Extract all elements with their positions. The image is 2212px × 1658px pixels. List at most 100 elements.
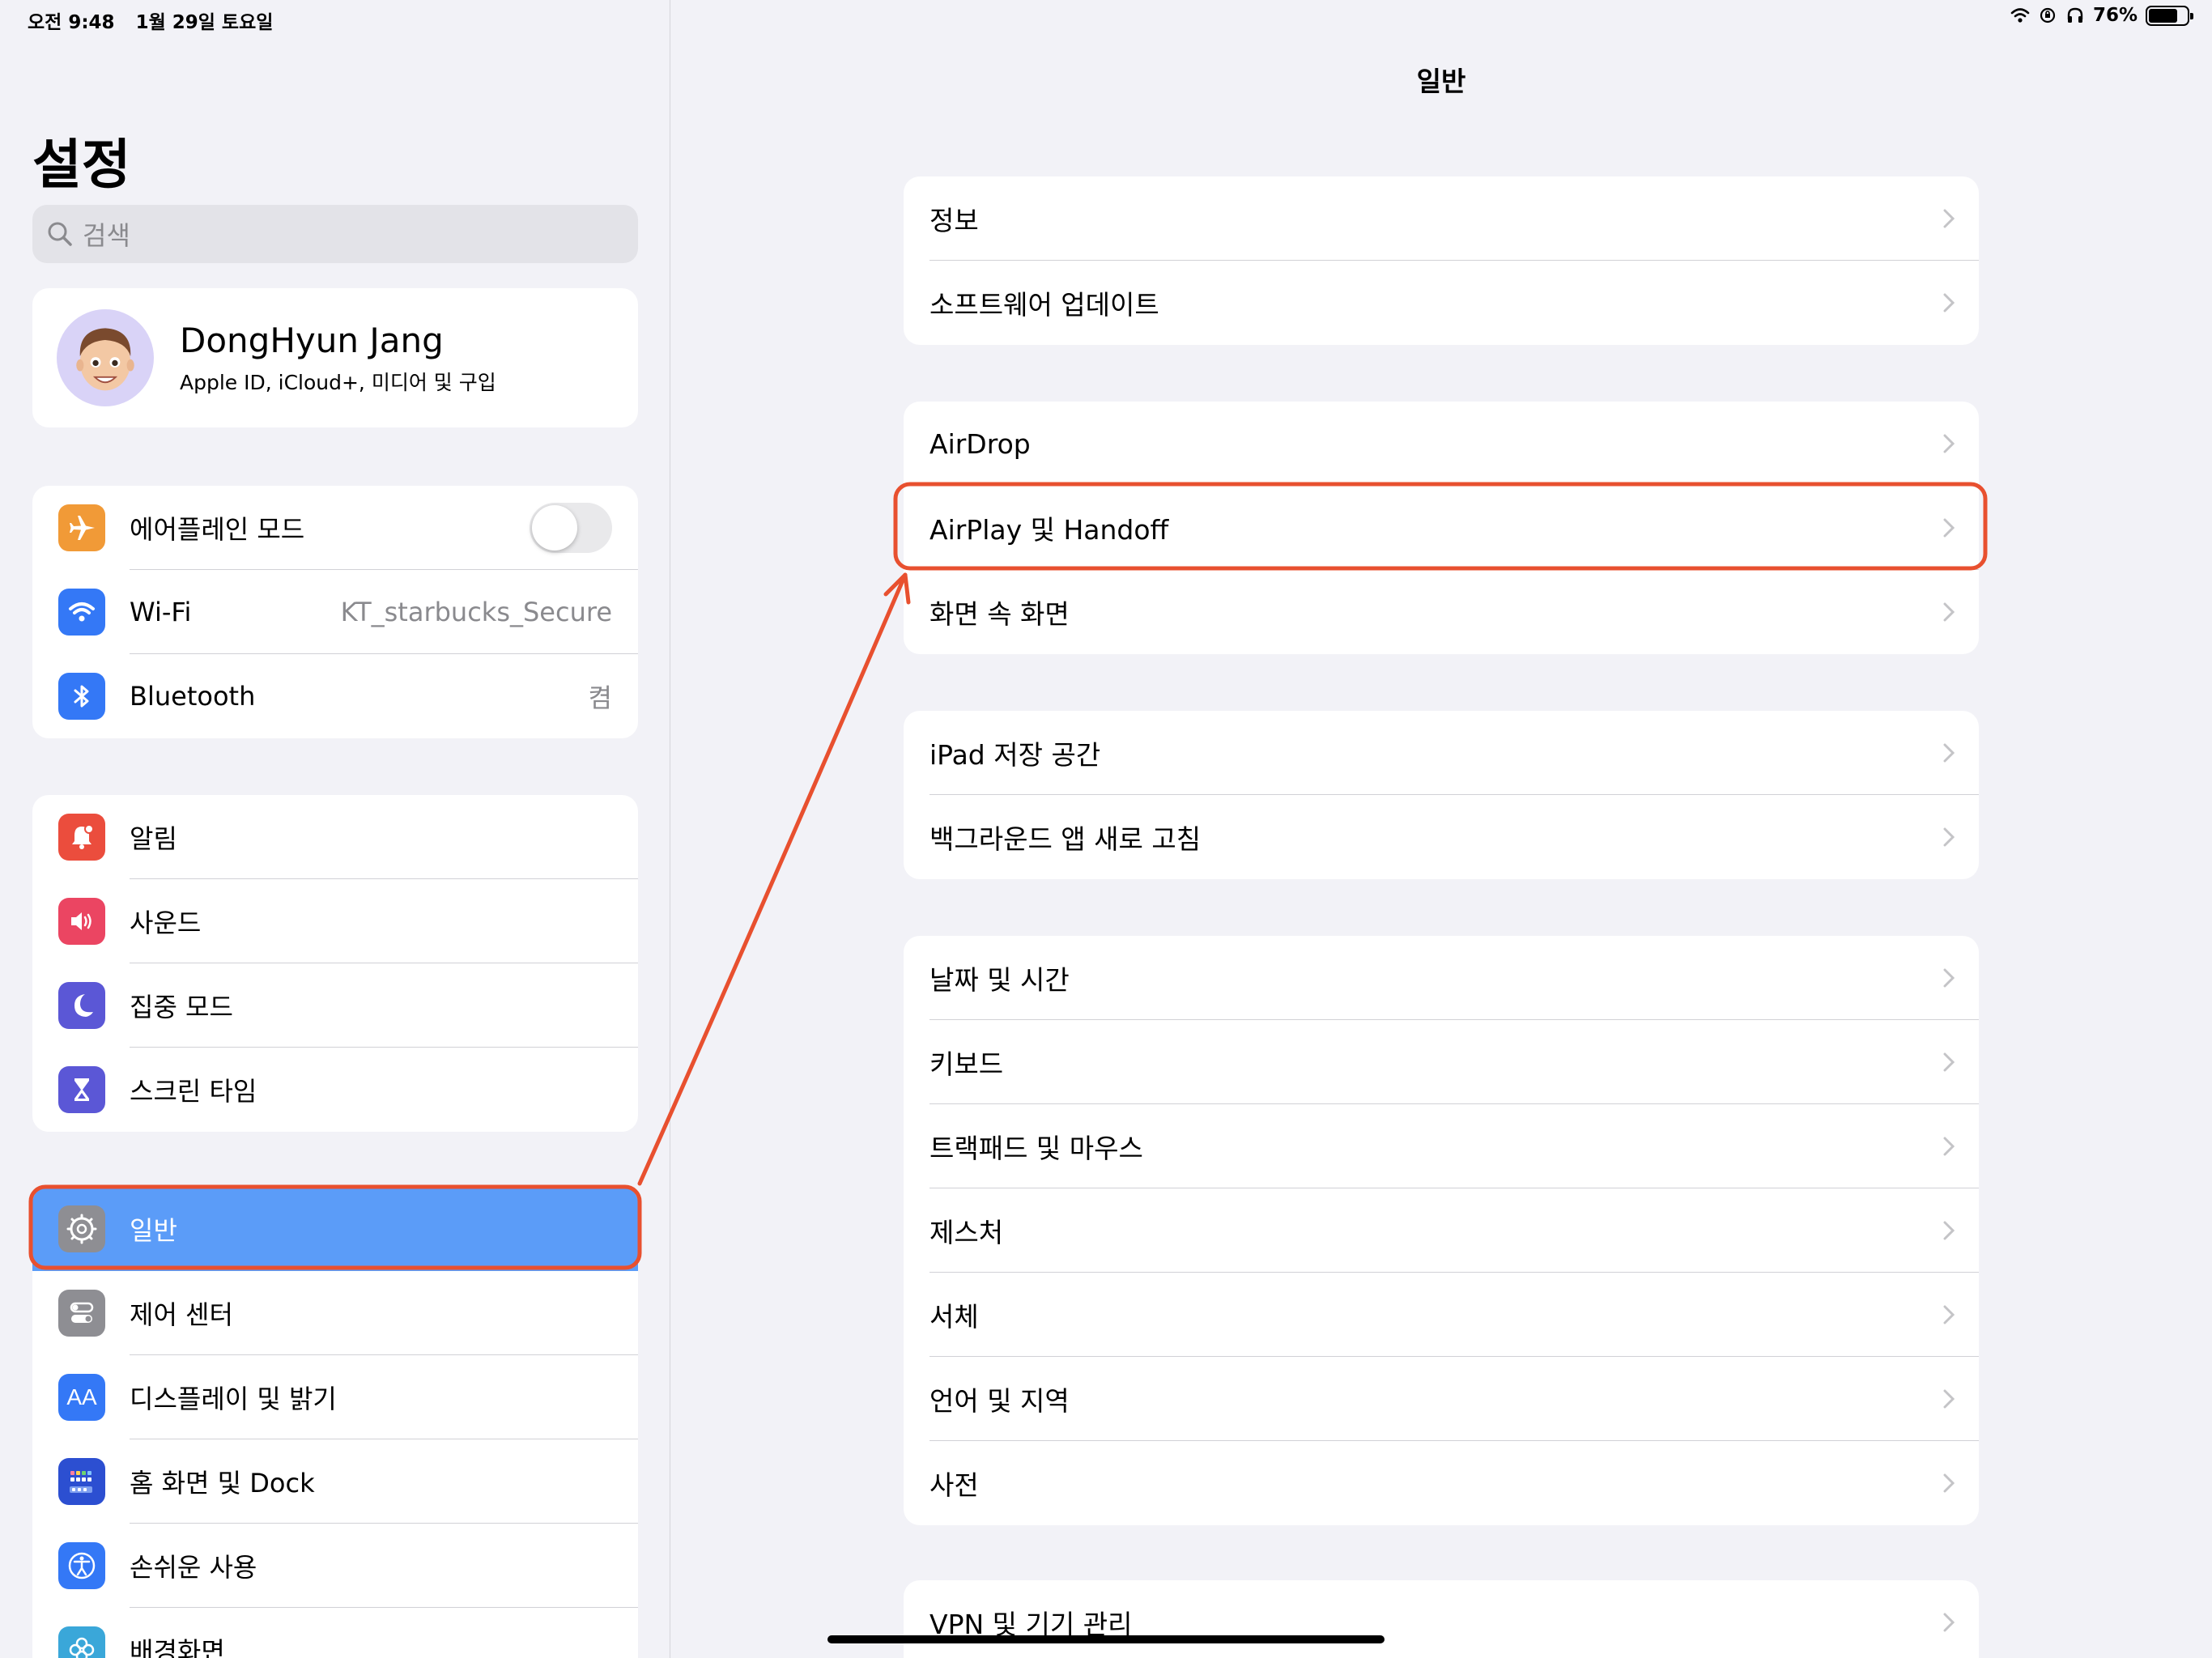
sidebar-item-focus[interactable]: 집중 모드 [32,963,638,1048]
search-field[interactable]: 검색 [32,205,638,263]
row-trackpad-mouse[interactable]: 트랙패드 및 마우스 [904,1104,1979,1188]
text-size-icon-label: AA [66,1384,97,1409]
row-background-app-refresh[interactable]: 백그라운드 앱 새로 고침 [904,795,1979,879]
sidebar-title: 설정 [32,134,131,196]
sidebar-item-label: 손쉬운 사용 [130,1552,257,1583]
sidebar-item-notifications[interactable]: 알림 [32,795,638,879]
sidebar-item-label: 홈 화면 및 Dock [130,1468,315,1499]
chevron-right-icon [1943,434,1955,453]
row-airdrop[interactable]: AirDrop [904,402,1979,486]
status-time: 오전 9:48 [28,12,115,33]
status-bar-time: 오전 9:48 1월 29일 토요일 [28,6,287,34]
chevron-right-icon [1943,1221,1955,1240]
home-indicator [827,1635,1385,1643]
chevron-right-icon [1943,293,1955,312]
profile-name: DongHyun Jang [180,320,444,360]
notifications-group: 알림 사운드 집중 모드 스크린 타임 [32,795,638,1132]
system-group: 일반 제어 센터 AA 디스플레이 및 밝기 홈 화면 및 Dock 손쉬운 사… [32,1187,638,1658]
row-label: 트랙패드 및 마우스 [929,1133,1143,1164]
status-bar-indicators: 76% [2010,5,2193,26]
status-date: 1월 29일 토요일 [135,12,274,33]
row-ipad-storage[interactable]: iPad 저장 공간 [904,711,1979,795]
chevron-right-icon [1943,743,1955,763]
sidebar-item-label: 집중 모드 [130,992,233,1022]
profile-subtitle: Apple ID, iCloud+, 미디어 및 구입 [180,370,496,394]
row-label: 서체 [929,1301,979,1333]
row-keyboard[interactable]: 키보드 [904,1020,1979,1104]
sidebar-item-screen-time[interactable]: 스크린 타임 [32,1048,638,1132]
bluetooth-status-value: 켬 [588,682,612,713]
settings-screen: 설정 검색 DongHyun Jang Apple ID, iCloud+, 미… [0,0,2212,1658]
wifi-icon [58,589,105,636]
row-vpn-device-management[interactable]: VPN 및 기기 관리 [904,1580,1979,1658]
row-fonts[interactable]: 서체 [904,1273,1979,1357]
chevron-right-icon [1943,1613,1955,1632]
sidebar-item-wallpaper[interactable]: 배경화면 [32,1608,638,1658]
vpn-group: VPN 및 기기 관리 [904,1580,1979,1658]
chevron-right-icon [1943,1305,1955,1324]
sidebar-item-home-screen[interactable]: 홈 화면 및 Dock [32,1439,638,1524]
sidebar-item-wifi[interactable]: Wi-Fi KT_starbucks_Secure [32,570,638,654]
orientation-lock-icon [2040,7,2056,23]
grid-icon [58,1458,105,1505]
speaker-icon [58,898,105,945]
row-label: 사전 [929,1469,979,1501]
text-size-icon: AA [58,1374,105,1421]
battery-percent: 76% [2092,5,2138,26]
sidebar-item-control-center[interactable]: 제어 센터 [32,1271,638,1355]
row-label: 정보 [929,205,979,236]
connectivity-group: 에어플레인 모드 Wi-Fi KT_starbucks_Secure Bluet… [32,486,638,738]
chevron-right-icon [1943,968,1955,988]
wifi-status-icon [2010,8,2030,23]
hourglass-icon [58,1066,105,1113]
settings-sidebar: 설정 검색 DongHyun Jang Apple ID, iCloud+, 미… [0,0,670,1658]
row-picture-in-picture[interactable]: 화면 속 화면 [904,570,1979,654]
row-gestures[interactable]: 제스처 [904,1188,1979,1273]
wifi-network-value: KT_starbucks_Secure [340,597,612,627]
sidebar-item-label: 디스플레이 및 밝기 [130,1384,337,1414]
apple-id-card[interactable]: DongHyun Jang Apple ID, iCloud+, 미디어 및 구… [32,288,638,427]
sidebar-item-bluetooth[interactable]: Bluetooth 켬 [32,654,638,738]
airplane-mode-toggle[interactable] [530,503,612,553]
chevron-right-icon [1943,1052,1955,1072]
about-group: 정보 소프트웨어 업데이트 [904,176,1979,345]
row-date-time[interactable]: 날짜 및 시간 [904,936,1979,1020]
sidebar-item-label: 스크린 타임 [130,1076,257,1107]
row-software-update[interactable]: 소프트웨어 업데이트 [904,261,1979,345]
sidebar-item-label: 일반 [130,1215,177,1246]
chevron-right-icon [1943,1389,1955,1409]
toggles-icon [58,1290,105,1337]
row-label: 키보드 [929,1048,1004,1080]
page-title: 일반 [1416,66,1466,97]
row-about[interactable]: 정보 [904,176,1979,261]
battery-icon [2146,5,2193,26]
sidebar-item-sounds[interactable]: 사운드 [32,879,638,963]
gear-icon [58,1205,105,1252]
memoji-icon [76,328,134,391]
sidebar-item-display[interactable]: AA 디스플레이 및 밝기 [32,1355,638,1439]
chevron-right-icon [1943,1137,1955,1156]
sidebar-item-airplane-mode[interactable]: 에어플레인 모드 [32,486,638,570]
chevron-right-icon [1943,518,1955,538]
sidebar-item-general[interactable]: 일반 [32,1187,638,1271]
row-dictionary[interactable]: 사전 [904,1441,1979,1525]
moon-icon [58,982,105,1029]
accessibility-icon [58,1542,105,1589]
chevron-right-icon [1943,602,1955,622]
bell-icon [58,814,105,861]
airdrop-group: AirDrop AirPlay 및 Handoff 화면 속 화면 [904,402,1979,654]
row-label: 화면 속 화면 [929,598,1070,630]
bluetooth-icon [58,673,105,720]
search-icon [48,222,72,246]
row-language-region[interactable]: 언어 및 지역 [904,1357,1979,1441]
row-label: 제스처 [929,1217,1004,1248]
sidebar-item-label: 에어플레인 모드 [130,514,305,545]
chevron-right-icon [1943,209,1955,228]
chevron-right-icon [1943,1473,1955,1493]
datetime-group: 날짜 및 시간 키보드 트랙패드 및 마우스 제스처 서체 언어 및 지역 사전 [904,936,1979,1525]
sidebar-item-accessibility[interactable]: 손쉬운 사용 [32,1524,638,1608]
row-airplay-handoff[interactable]: AirPlay 및 Handoff [904,486,1979,570]
row-label: 날짜 및 시간 [929,964,1070,996]
chevron-right-icon [1943,827,1955,847]
sidebar-item-label: Wi-Fi [130,597,192,627]
